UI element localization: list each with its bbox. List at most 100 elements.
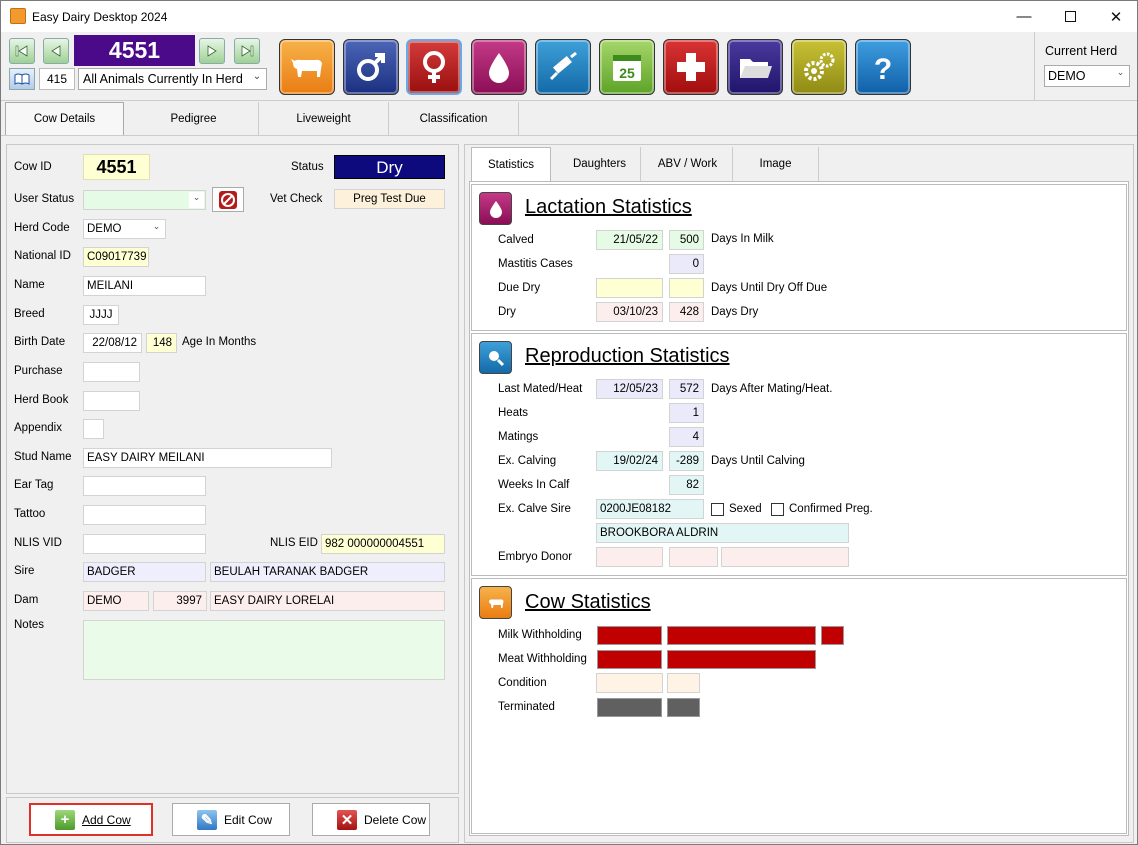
matings-label: Matings: [498, 431, 539, 443]
milk-drop-icon: [489, 53, 509, 83]
days-after-mating-label: Days After Mating/Heat.: [711, 383, 833, 395]
tab-daughters[interactable]: Daughters: [559, 147, 641, 181]
next-record-button[interactable]: [199, 38, 225, 64]
treatments-module-button[interactable]: [535, 39, 591, 95]
gears-icon: [804, 52, 835, 81]
breed-field[interactable]: JJJJ: [83, 305, 119, 325]
dam-label: Dam: [14, 594, 39, 606]
folder-icon: [740, 59, 772, 78]
females-module-button[interactable]: [406, 39, 462, 95]
birth-date-label: Birth Date: [14, 336, 66, 348]
cow-id-label: Cow ID: [14, 161, 52, 173]
sire-code-field[interactable]: BADGER: [83, 562, 206, 582]
app-window: Easy Dairy Desktop 2024 — ✕ 4551 415 All…: [0, 0, 1138, 845]
tab-liveweight[interactable]: Liveweight: [259, 102, 389, 135]
national-id-field[interactable]: C09017739: [83, 247, 149, 267]
cow-id-field[interactable]: 4551: [83, 154, 150, 180]
heats-label: Heats: [498, 407, 529, 419]
sexed-checkbox[interactable]: [711, 503, 724, 516]
purchase-label: Purchase: [14, 365, 63, 377]
current-cow-number[interactable]: 4551: [74, 35, 195, 66]
mastitis-label: Mastitis Cases: [498, 258, 573, 270]
dam-id-field[interactable]: 3997: [153, 591, 207, 611]
last-record-button[interactable]: [234, 38, 260, 64]
animal-filter-select[interactable]: All Animals Currently In Herd ⌄: [78, 68, 267, 90]
add-cow-button[interactable]: + Add Cow: [29, 803, 153, 836]
appendix-label: Appendix: [14, 422, 62, 434]
edit-cow-button[interactable]: ✎ Edit Cow: [172, 803, 290, 836]
days-dry-label: Days Dry: [711, 306, 759, 318]
calendar-icon: 25: [613, 55, 641, 81]
birth-date-field[interactable]: 22/08/12: [83, 333, 142, 353]
herd-code-select[interactable]: DEMO ⌄: [83, 219, 166, 239]
current-herd-select[interactable]: DEMO ⌄: [1044, 65, 1130, 87]
reproduction-title: Reproduction Statistics: [525, 345, 730, 367]
due-dry-label: Due Dry: [498, 282, 541, 294]
milk-drop-icon: [479, 192, 512, 225]
tab-statistics[interactable]: Statistics: [471, 147, 551, 181]
bulls-module-button[interactable]: [343, 39, 399, 95]
tab-abv-work[interactable]: ABV / Work: [643, 147, 733, 181]
ex-calve-sire-label: Ex. Calve Sire: [498, 503, 571, 515]
sexed-label: Sexed: [729, 503, 762, 515]
name-field[interactable]: MEILANI: [83, 276, 206, 296]
close-button[interactable]: ✕: [1093, 1, 1138, 32]
condition-score-field: [667, 673, 700, 693]
days-until-dry-label: Days Until Dry Off Due: [711, 282, 828, 294]
help-question-icon: ?: [874, 53, 892, 86]
age-months-label: Age In Months: [182, 336, 257, 348]
appendix-field[interactable]: [83, 419, 104, 439]
user-status-select[interactable]: ⌄: [83, 190, 206, 210]
notes-label: Notes: [14, 619, 45, 631]
dry-date-field: 03/10/23: [596, 302, 663, 322]
nlis-vid-label: NLIS VID: [14, 537, 62, 549]
previous-record-button[interactable]: [43, 38, 69, 64]
herd-book-field[interactable]: [83, 391, 140, 411]
files-module-button[interactable]: [727, 39, 783, 95]
health-module-button[interactable]: [663, 39, 719, 95]
clear-user-status-button[interactable]: [212, 187, 244, 212]
ear-tag-field[interactable]: [83, 476, 206, 496]
delete-cow-button[interactable]: ✕ Delete Cow: [312, 803, 430, 836]
sire-name-field[interactable]: BEULAH TARANAK BADGER: [210, 562, 445, 582]
nlis-vid-field[interactable]: [83, 534, 206, 554]
book-button[interactable]: [9, 68, 35, 90]
milk-withholding-reason: [667, 626, 816, 645]
purchase-field[interactable]: [83, 362, 140, 382]
name-label: Name: [14, 279, 45, 291]
days-until-dry-field: [669, 278, 704, 298]
terminated-date: [597, 698, 662, 717]
tab-cow-details[interactable]: Cow Details: [5, 102, 124, 135]
medical-cross-icon: [677, 53, 705, 81]
stud-name-field[interactable]: EASY DAIRY MEILANI: [83, 448, 332, 468]
chevron-down-icon: ⌄: [1116, 67, 1125, 77]
first-record-button[interactable]: [9, 38, 35, 64]
national-id-label: National ID: [14, 250, 71, 262]
settings-module-button[interactable]: [791, 39, 847, 95]
tab-image[interactable]: Image: [733, 147, 819, 181]
cows-module-button[interactable]: [279, 39, 335, 95]
vet-check-field[interactable]: Preg Test Due: [334, 189, 445, 209]
milk-module-button[interactable]: [471, 39, 527, 95]
days-until-calving-field: -289: [669, 451, 704, 471]
calendar-module-button[interactable]: 25: [599, 39, 655, 95]
tab-classification[interactable]: Classification: [389, 102, 519, 135]
herd-book-label: Herd Book: [14, 394, 69, 406]
divider: [1, 100, 1137, 101]
dam-herd-field[interactable]: DEMO: [83, 591, 149, 611]
breed-label: Breed: [14, 308, 45, 320]
condition-label: Condition: [498, 677, 547, 689]
nlis-eid-field[interactable]: 982 000000004551: [321, 534, 445, 554]
help-module-button[interactable]: ?: [855, 39, 911, 95]
tattoo-field[interactable]: [83, 505, 206, 525]
edit-cow-label: Edit Cow: [224, 812, 273, 827]
tab-pedigree[interactable]: Pedigree: [129, 102, 259, 135]
notes-textarea[interactable]: [83, 620, 445, 680]
heats-field: 1: [669, 403, 704, 423]
confirmed-preg-checkbox[interactable]: [771, 503, 784, 516]
maximize-button[interactable]: [1047, 1, 1093, 32]
dam-name-field[interactable]: EASY DAIRY LORELAI: [210, 591, 445, 611]
minimize-button[interactable]: —: [1001, 1, 1047, 32]
chevron-down-icon: ⌄: [152, 221, 161, 231]
cow-icon: [479, 586, 512, 619]
